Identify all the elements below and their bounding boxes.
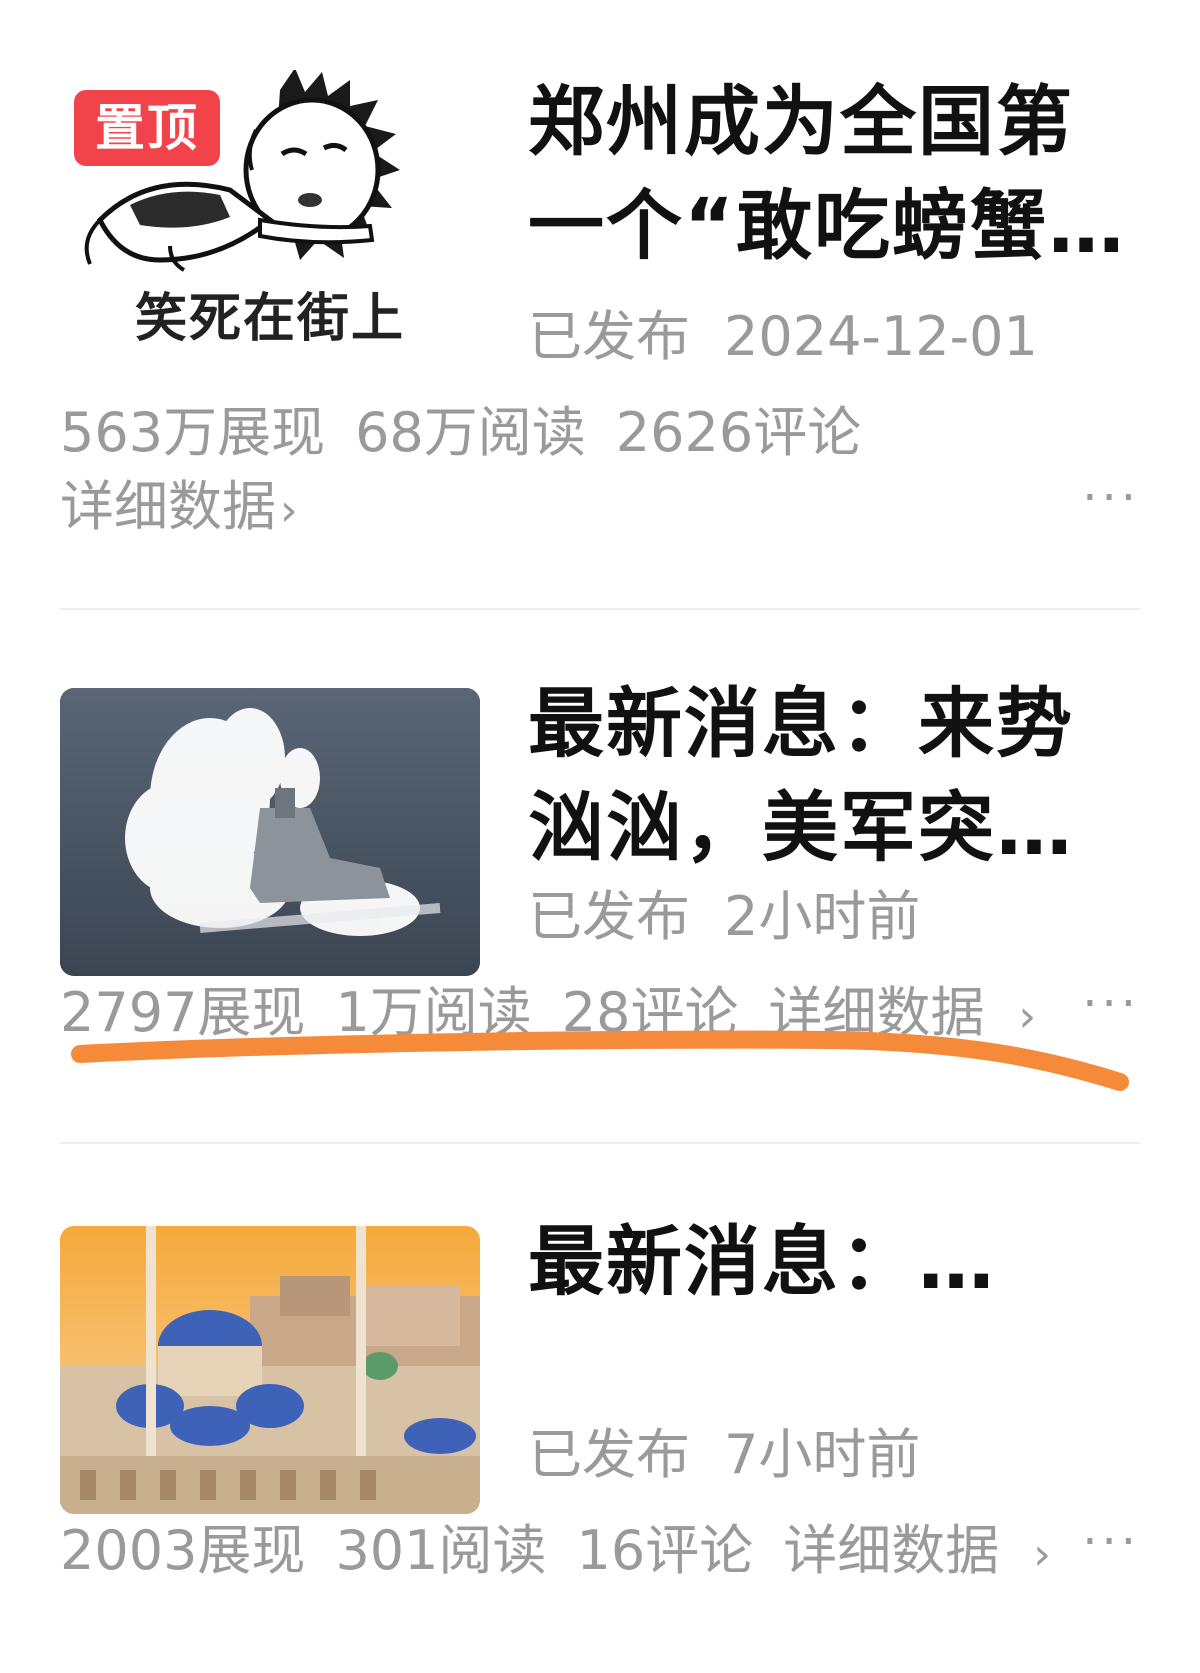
article-list-page: 置顶 笑死在街上 郑州成为全国第一个“敢吃螃蟹… 已发布 2024-12-01 5…	[0, 0, 1200, 1673]
article-thumbnail-2[interactable]	[60, 688, 480, 976]
more-options-icon[interactable]: ···	[1082, 1514, 1140, 1570]
article-title[interactable]: 最新消息：…	[528, 1210, 1128, 1314]
comments-count: 16评论	[576, 1519, 754, 1582]
reads-count: 68万阅读	[355, 401, 586, 464]
pinned-badge: 置顶	[74, 90, 220, 166]
detail-data-label: 详细数据	[60, 475, 276, 538]
detail-data-label: 详细数据	[783, 1519, 1000, 1582]
article-title[interactable]: 最新消息：来势汹汹，美军突…	[528, 672, 1128, 880]
reads-count: 301阅读	[335, 1519, 547, 1582]
publish-time: 7小时前	[724, 1423, 921, 1486]
chevron-right-icon: ›	[1033, 1529, 1051, 1580]
thumbnail-caption: 笑死在街上	[134, 289, 405, 349]
article-thumbnail-3[interactable]	[60, 1226, 480, 1514]
impressions-count: 563万展现	[60, 401, 326, 464]
detail-data-link[interactable]: 详细数据›	[60, 462, 328, 541]
more-options-icon[interactable]: ···	[1082, 976, 1140, 1032]
article-card-3[interactable]: 最新消息：… 已发布 7小时前 2003展现 301阅读 16评论 详细数据 › ···	[60, 1217, 1140, 1646]
publish-time: 2024-12-01	[724, 305, 1038, 368]
article-title[interactable]: 郑州成为全国第一个“敢吃螃蟹…	[528, 70, 1128, 278]
article-thumbnail-1[interactable]: 置顶 笑死在街上	[60, 70, 480, 358]
article-card-1[interactable]: 置顶 笑死在街上 郑州成为全国第一个“敢吃螃蟹… 已发布 2024-12-01 5…	[60, 70, 1140, 540]
more-options-icon[interactable]: ···	[1082, 470, 1140, 526]
publish-status: 已发布	[528, 885, 690, 948]
list-divider	[60, 1142, 1140, 1144]
comments-count: 2626评论	[615, 401, 862, 464]
article-meta: 已发布 2024-12-01	[528, 292, 1038, 371]
mosque-image	[60, 1226, 480, 1514]
article-meta: 已发布 2小时前	[528, 872, 920, 951]
article-stats: 563万展现 68万阅读 2626评论	[60, 388, 891, 467]
ship-explosion-image	[60, 688, 480, 976]
chevron-right-icon: ›	[280, 485, 298, 536]
article-stats: 2003展现 301阅读 16评论 详细数据 ›	[60, 1506, 1081, 1585]
impressions-count: 2003展现	[60, 1519, 306, 1582]
publish-status: 已发布	[528, 1423, 690, 1486]
publish-status: 已发布	[528, 305, 690, 368]
detail-data-link[interactable]: 详细数据 ›	[783, 1519, 1081, 1582]
publish-time: 2小时前	[724, 885, 921, 948]
list-divider	[60, 608, 1140, 610]
orange-highlight-stroke	[71, 1030, 1129, 1091]
article-meta: 已发布 7小时前	[528, 1410, 920, 1489]
